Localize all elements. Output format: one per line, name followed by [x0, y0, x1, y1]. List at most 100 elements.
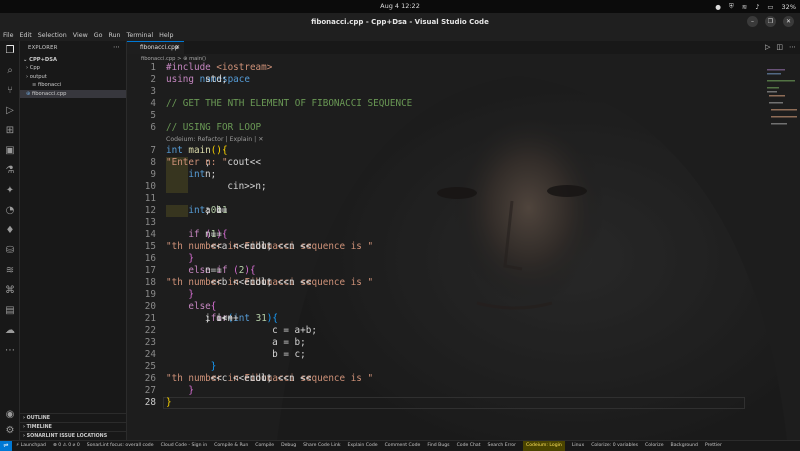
line-number: 24	[144, 349, 156, 360]
sonarlint-section[interactable]: › SONARLINT ISSUE LOCATIONS	[20, 431, 126, 440]
indent-highlight	[166, 181, 188, 193]
tree-item-cpp[interactable]: › Cpp	[20, 64, 126, 72]
tree-item-output[interactable]: › output	[20, 73, 126, 81]
line-number: 10	[144, 181, 156, 192]
files-icon[interactable]: ❐	[4, 45, 16, 57]
manage-gear-icon[interactable]: ⚙	[4, 425, 16, 437]
more-views-icon[interactable]: ⋯	[4, 345, 16, 357]
code-text: }	[166, 289, 194, 300]
mongodb-icon[interactable]: ♦	[4, 225, 16, 237]
window-title: fibonacci.cpp - Cpp+Dsa - Visual Studio …	[311, 18, 489, 26]
code-text: using namespace std;	[166, 74, 256, 85]
tree-item-label: fibonacci.cpp	[32, 90, 67, 97]
line-number: 15	[144, 241, 156, 252]
code-text: }	[166, 397, 172, 408]
line-number: 11	[144, 193, 156, 204]
system-top-bar: Aug 4 12:22 ● ⛨ ≋ ♪ ▭ 32%	[0, 0, 800, 13]
chevron-down-icon: ⌄	[23, 57, 28, 63]
line-number: 19	[144, 289, 156, 300]
code-text: for(int i = 3; i<n+ 1; i++){	[166, 313, 278, 324]
code-text: int main(){	[166, 145, 228, 156]
menu-file[interactable]: File	[3, 30, 14, 41]
status-bar: ⇌ ⚡ Launchpad ⊗ 0 ⚠ 0 ⌀ 0 SonarLint focus:…	[0, 440, 800, 451]
line-number: 8	[150, 157, 156, 168]
maximize-button[interactable]: ❐	[765, 16, 776, 27]
code-text: else{	[166, 301, 217, 312]
line-number: 4	[150, 98, 156, 109]
accounts-icon[interactable]: ◉	[4, 409, 16, 421]
menu-edit[interactable]: Edit	[20, 30, 32, 41]
menu-bar: File Edit Selection View Go Run Terminal Help	[0, 30, 800, 41]
window-title-bar: fibonacci.cpp - Cpp+Dsa - Visual Studio …	[0, 13, 800, 30]
folder-icon[interactable]: ▤	[4, 305, 16, 317]
wifi-icon[interactable]: ≋	[742, 3, 747, 11]
tree-item-label: Cpp	[29, 65, 40, 71]
menu-selection[interactable]: Selection	[38, 30, 67, 41]
line-number: 5	[150, 110, 156, 121]
remote-explorer-icon[interactable]: ▣	[4, 145, 16, 157]
database-icon[interactable]: ⛁	[4, 245, 16, 257]
close-tab-icon[interactable]: ✕	[175, 42, 180, 54]
line-number: 28	[144, 397, 156, 408]
menu-help[interactable]: Help	[159, 30, 173, 41]
line-number: 26	[144, 373, 156, 384]
docker-icon[interactable]: ☁	[4, 325, 16, 337]
code-text: cout <<n << "th number in Fibonacci seque…	[166, 241, 374, 252]
python-icon[interactable]: ⌘	[4, 285, 16, 297]
menu-terminal[interactable]: Terminal	[127, 30, 154, 41]
editor-area[interactable]: fibonacci.cpp ✕ ▷ ◫ ⋯ fibonacci.cpp > ⊕ …	[127, 41, 800, 440]
tree-item-fibonacci-cpp[interactable]: ⊕ fibonacci.cpp	[20, 89, 126, 98]
code-text: else if (n== 2){	[166, 265, 256, 276]
line-number: 25	[144, 361, 156, 372]
minimize-button[interactable]: –	[747, 16, 758, 27]
line-number: 2	[150, 74, 156, 85]
source-control-icon[interactable]: ⑂	[4, 85, 16, 97]
chevron-right-icon: ›	[23, 425, 25, 430]
code-text: }	[166, 385, 194, 396]
close-button[interactable]: ✕	[783, 16, 794, 27]
system-tray[interactable]: ● ⛨ ≋ ♪ ▭ 32%	[715, 2, 796, 11]
testing-icon[interactable]: ⚗	[4, 165, 16, 177]
shield-icon[interactable]: ⛨	[729, 2, 734, 11]
line-number: 20	[144, 301, 156, 312]
workspace-root[interactable]: ⌄ CPP+DSA	[20, 56, 126, 64]
minimap[interactable]	[745, 54, 800, 440]
explorer-more-icon[interactable]: ⋯	[113, 43, 120, 51]
code-text: cout<< "Enter n: ";	[166, 157, 261, 168]
menu-go[interactable]: Go	[94, 30, 103, 41]
line-number: 6	[150, 122, 156, 133]
tree-item-label: output	[29, 73, 47, 80]
tab-fibonacci-cpp[interactable]: fibonacci.cpp ✕	[127, 41, 184, 54]
code-text: }	[166, 253, 194, 264]
code-text: // USING FOR LOOP	[166, 122, 262, 133]
extensions-icon[interactable]: ⊞	[4, 125, 16, 137]
codeium-codelens[interactable]: Codeium: Refactor | Explain | ✕	[166, 135, 263, 145]
more-actions-icon[interactable]: ⋯	[789, 43, 796, 51]
stack-icon[interactable]: ≋	[4, 265, 16, 277]
code-text: int a = 0, b= 1, c= 1;	[166, 205, 228, 216]
timeline-section[interactable]: › TIMELINE	[20, 422, 126, 431]
run-play-icon[interactable]: ▷	[765, 43, 770, 51]
chevron-right-icon: ›	[23, 416, 25, 421]
battery-icon[interactable]: ▭	[767, 3, 773, 11]
workspace-name: CPP+DSA	[29, 57, 57, 63]
volume-icon[interactable]: ♪	[755, 3, 759, 11]
system-clock[interactable]: Aug 4 12:22	[0, 2, 800, 10]
line-number: 3	[150, 86, 156, 97]
split-editor-icon[interactable]: ◫	[776, 43, 783, 51]
menu-run[interactable]: Run	[108, 30, 120, 41]
code-text: if (n== 1){	[166, 229, 228, 240]
line-number: 7	[150, 145, 156, 156]
menu-view[interactable]: View	[73, 30, 88, 41]
search-icon[interactable]: ⌕	[4, 65, 16, 77]
record-icon[interactable]: ●	[715, 3, 721, 11]
run-debug-icon[interactable]: ▷	[4, 105, 16, 117]
current-line-highlight	[163, 397, 745, 409]
line-number: 22	[144, 325, 156, 336]
outline-section[interactable]: › OUTLINE	[20, 413, 126, 422]
line-number: 21	[144, 313, 156, 324]
sonarlint-icon[interactable]: ◔	[4, 205, 16, 217]
chevron-right-icon: ›	[23, 434, 25, 439]
codeium-icon[interactable]: ✦	[4, 185, 16, 197]
tree-item-fibonacci[interactable]: ≡ fibonacci	[20, 81, 126, 89]
